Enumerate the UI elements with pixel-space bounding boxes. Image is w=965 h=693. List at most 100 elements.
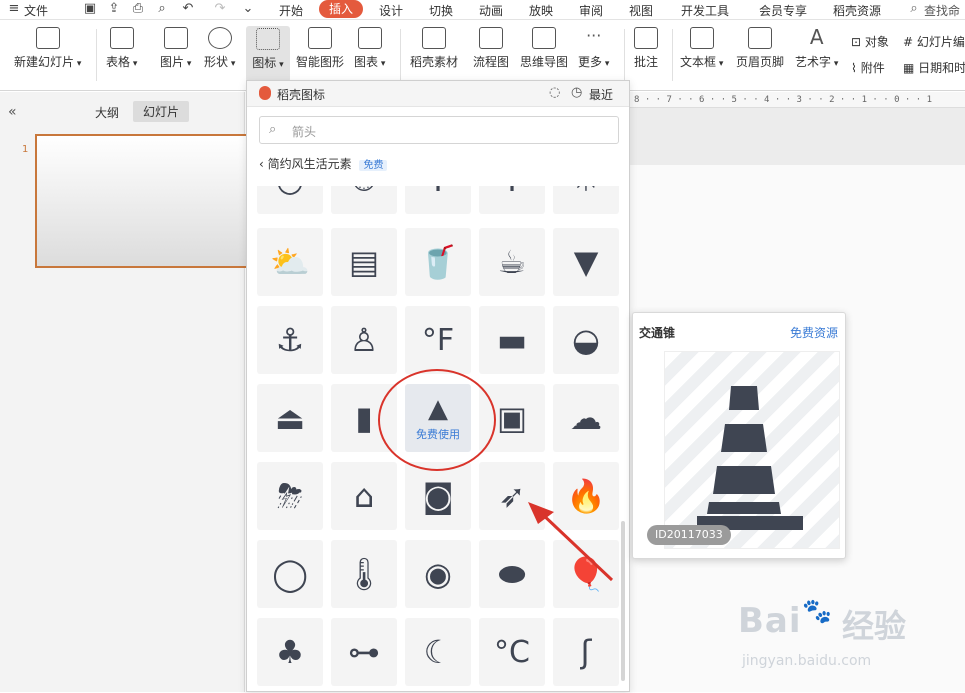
free-use-label[interactable]: 免费使用	[416, 426, 460, 442]
icon-tile-cloud-storm[interactable]: ⛈	[257, 462, 323, 530]
docer-material-button[interactable]: 稻壳素材	[410, 27, 458, 70]
icon-tile-campfire[interactable]: 🔥	[553, 462, 619, 530]
tab-member[interactable]: 会员专享	[759, 2, 807, 19]
attachment-button[interactable]: ⌇ 附件	[851, 59, 885, 76]
icon-tile-burger[interactable]: ⬬	[479, 540, 545, 608]
menu-bar: ≡ 文件 ▣ ⇪ ⎙ ⌕ ↶ ↷ ⌄ 开始 插入 设计 切换 动画 放映 审阅 …	[0, 0, 965, 20]
icon-tile-firework-rocket[interactable]: ➶	[479, 462, 545, 530]
tab-docer[interactable]: 稻壳资源	[833, 2, 881, 19]
slide-number-button[interactable]: # 幻灯片编	[903, 33, 965, 50]
header-footer-button[interactable]: 页眉页脚	[736, 27, 784, 70]
smart-graphic-button[interactable]: 智能图形	[296, 27, 344, 70]
icon-panel: 稻壳图标 ◌ ◷ 最近 ⌕ 箭头 ‹ 简约风生活元素 免费 ◷ ⏱ Y Y ☀ ⛅ ▤ 🥤 ☕ ▼…	[246, 80, 630, 692]
mindmap-button[interactable]: 思维导图	[520, 27, 568, 70]
dumbbell-icon: ⊶	[348, 633, 380, 671]
export-icon[interactable]: ⇪	[106, 1, 122, 17]
tab-slideshow[interactable]: 放映	[529, 2, 553, 19]
print-icon[interactable]: ⎙	[130, 1, 146, 17]
preview-icon[interactable]: ⌕	[154, 1, 170, 17]
icon-tile-fahrenheit[interactable]: °F	[405, 306, 471, 374]
textbox-button[interactable]: 文本框 ▾	[680, 27, 723, 70]
mindmap-label: 思维导图	[520, 55, 569, 69]
search-icon[interactable]: ⌕	[906, 1, 922, 17]
icon-tile-goblet[interactable]: Y	[479, 186, 545, 214]
icon-tile-balloon[interactable]: 🎈	[553, 540, 619, 608]
icon-search-box[interactable]: ⌕ 箭头	[259, 116, 619, 144]
icon-tile-bag[interactable]: ⏏	[257, 384, 323, 452]
free-resource-link[interactable]: 免费资源	[790, 324, 838, 341]
icon-tile-timer[interactable]: ⏱	[331, 186, 397, 214]
icon-tile-clock[interactable]: ◷	[257, 186, 323, 214]
shape-button[interactable]: 形状 ▾	[204, 27, 235, 70]
icon-tile-thermometer[interactable]: 🌡	[331, 540, 397, 608]
tab-slides[interactable]: 幻灯片	[133, 101, 190, 122]
icon-tile-diving-mask[interactable]: ◯	[257, 540, 323, 608]
picture-icon	[163, 27, 188, 49]
redo-icon[interactable]: ↷	[212, 1, 228, 17]
chart-button[interactable]: 图表 ▾	[354, 27, 385, 70]
attachment-label: 附件	[860, 61, 885, 75]
search-input[interactable]: 箭头	[292, 123, 316, 140]
icon-tile-crane-hook[interactable]: ⚓	[257, 306, 323, 374]
more-button[interactable]: ··· 更多 ▾	[578, 27, 609, 70]
tab-transition[interactable]: 切换	[429, 2, 453, 19]
icon-tile-traffic-cone[interactable]: ▲ 免费使用	[405, 384, 471, 452]
file-menu[interactable]: 文件	[24, 2, 48, 19]
icon-tile-handbag[interactable]: ◒	[553, 306, 619, 374]
icon-tile-cloud-rain[interactable]: ☁	[553, 384, 619, 452]
tab-animation[interactable]: 动画	[479, 2, 503, 19]
wordart-button[interactable]: A 艺术字 ▾	[795, 27, 838, 70]
flowchart-button[interactable]: 流程图	[473, 27, 509, 70]
object-button[interactable]: ⊡ 对象	[851, 33, 889, 50]
slide-thumbnail[interactable]	[35, 134, 250, 268]
icon-tile-washing-machine[interactable]: ◉	[405, 540, 471, 608]
icon-tile-tree[interactable]: ♣	[257, 618, 323, 686]
icon-tile-soda-cup[interactable]: 🥤	[405, 228, 471, 296]
table-button[interactable]: 表格 ▾	[106, 27, 137, 70]
traffic-cone-icon: ▲	[428, 394, 448, 424]
icon-tile-hook[interactable]: ʃ	[553, 618, 619, 686]
breadcrumb[interactable]: ‹ 简约风生活元素 免费	[259, 155, 388, 172]
tab-outline[interactable]: 大纲	[95, 104, 119, 121]
icon-tile-bricks[interactable]: ▤	[331, 228, 397, 296]
scrollbar[interactable]	[621, 521, 625, 681]
flowchart-icon	[479, 27, 503, 49]
icon-tile-toolbox[interactable]: ▬	[479, 306, 545, 374]
icon-tile-camera[interactable]: ◙	[405, 462, 471, 530]
save-icon[interactable]: ▣	[82, 1, 98, 17]
icon-tile-dumbbell[interactable]: ⊶	[331, 618, 397, 686]
icon-tile-popsicle[interactable]: ▮	[331, 384, 397, 452]
tab-home[interactable]: 开始	[279, 2, 303, 19]
tab-insert[interactable]: 插入	[319, 0, 363, 18]
paw-logo-icon: 🐾	[802, 597, 832, 625]
new-slide-button[interactable]: 新建幻灯片 ▾	[14, 27, 81, 70]
icon-button[interactable]: 图标 ▾	[246, 26, 290, 82]
icon-tile-tank-top[interactable]: ♙	[331, 306, 397, 374]
icon-tile-briefcase[interactable]: ▣	[479, 384, 545, 452]
icon-tile-coffee-cup[interactable]: ☕	[479, 228, 545, 296]
icon-tile-roof[interactable]: ⌂	[331, 462, 397, 530]
icon-tile-moon[interactable]: ☾	[405, 618, 471, 686]
customize-icon[interactable]: ⌄	[240, 1, 256, 17]
menu-icon[interactable]: ≡	[6, 1, 22, 17]
collapse-pane-icon[interactable]: «	[8, 104, 17, 120]
tab-design[interactable]: 设计	[379, 2, 403, 19]
horizontal-ruler: 8 · · 7 · · 6 · · 5 · · 4 · · 3 · · 2 · …	[630, 92, 965, 108]
tab-developer[interactable]: 开发工具	[681, 2, 729, 19]
picture-button[interactable]: 图片 ▾	[160, 27, 191, 70]
icon-tile-takeaway-cup[interactable]: ▼	[553, 228, 619, 296]
tab-review[interactable]: 审阅	[579, 2, 603, 19]
comment-button[interactable]: 批注	[634, 27, 658, 70]
tab-view[interactable]: 视图	[629, 2, 653, 19]
recent-link[interactable]: 最近	[589, 86, 613, 103]
date-time-button[interactable]: ▦ 日期和时	[903, 59, 965, 76]
icon-tile-sun-cloud[interactable]: ⛅	[257, 228, 323, 296]
goblet-icon: Y	[428, 186, 448, 199]
chat-icon[interactable]: ◌	[549, 85, 560, 100]
back-chevron-icon[interactable]: ‹	[259, 157, 264, 171]
undo-icon[interactable]: ↶	[180, 1, 196, 17]
icon-tile-sun[interactable]: ☀	[553, 186, 619, 214]
icon-tile-goblet[interactable]: Y	[405, 186, 471, 214]
command-search[interactable]: 查找命	[924, 2, 960, 19]
icon-tile-celsius[interactable]: °C	[479, 618, 545, 686]
